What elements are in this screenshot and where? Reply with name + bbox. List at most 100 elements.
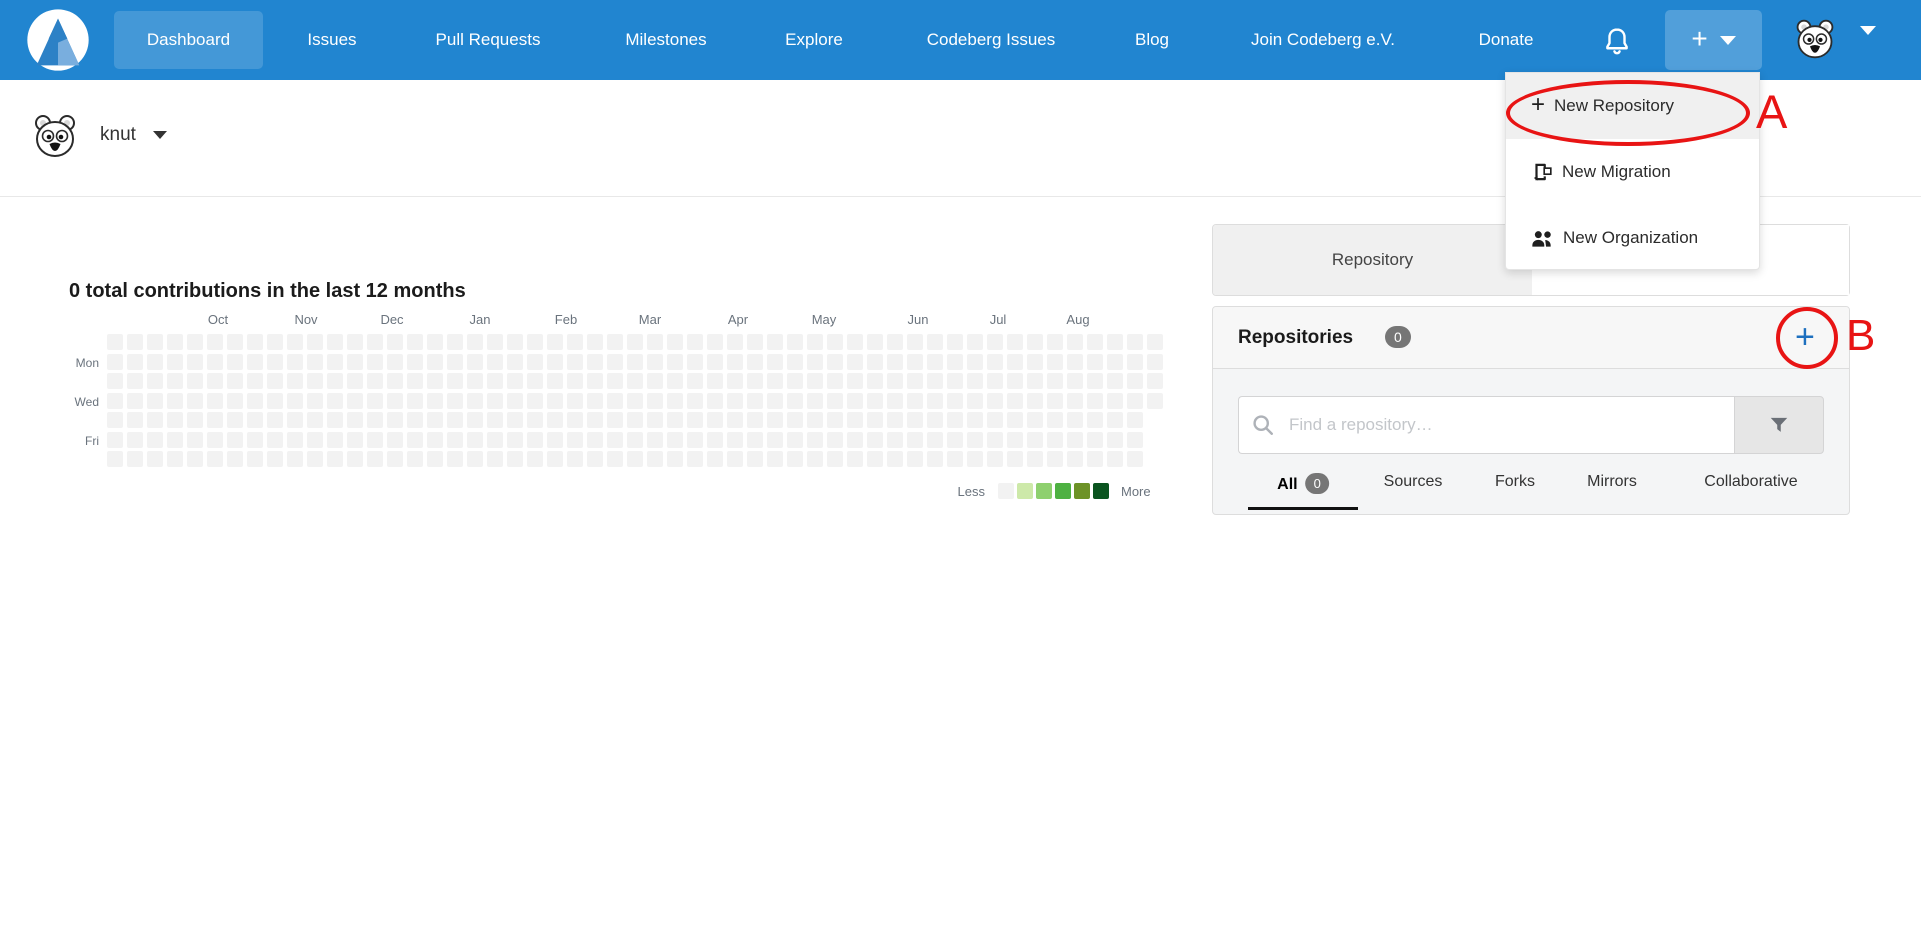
contribution-cell: [167, 373, 183, 389]
contribution-cell: [427, 334, 443, 350]
contribution-cell: [847, 354, 863, 370]
nav-item-dashboard[interactable]: Dashboard: [114, 11, 263, 69]
contribution-cell: [867, 373, 883, 389]
month-label: Oct: [208, 312, 228, 327]
contribution-cell: [247, 334, 263, 350]
user-avatar-navbar[interactable]: [1793, 17, 1837, 61]
contribution-cell: [847, 412, 863, 428]
migration-icon: [1531, 161, 1553, 183]
codeberg-logo[interactable]: [26, 8, 90, 72]
contribution-cell: [167, 412, 183, 428]
month-labels: OctNovDecJanFebMarAprMayJunJulAug: [0, 312, 1200, 330]
user-avatar-page[interactable]: [31, 112, 79, 160]
nav-item-codeberg-issues[interactable]: Codeberg Issues: [927, 0, 1056, 80]
contribution-cell: [347, 393, 363, 409]
contribution-cell: [1027, 393, 1043, 409]
contribution-cell: [1147, 334, 1163, 350]
user-context-chevron[interactable]: [153, 131, 167, 139]
contribution-cell: [987, 432, 1003, 448]
month-label: Dec: [380, 312, 403, 327]
nav-item-milestones[interactable]: Milestones: [625, 0, 706, 80]
nav-item-pull-requests[interactable]: Pull Requests: [436, 0, 541, 80]
contribution-cell: [727, 354, 743, 370]
nav-item-issues[interactable]: Issues: [307, 0, 356, 80]
contribution-cell: [827, 412, 843, 428]
repository-search-input[interactable]: [1238, 396, 1734, 454]
contribution-cell: [547, 432, 563, 448]
month-label: Jun: [908, 312, 929, 327]
contribution-cell: [467, 393, 483, 409]
repo-tab-forks[interactable]: Forks: [1495, 473, 1535, 491]
menu-item-new-repository[interactable]: + New Repository: [1506, 73, 1759, 139]
contribution-cell: [1087, 451, 1103, 467]
contribution-cell: [907, 412, 923, 428]
user-menu-chevron[interactable]: [1860, 35, 1876, 53]
menu-item-new-organization[interactable]: New Organization: [1506, 205, 1759, 271]
contribution-cell: [307, 354, 323, 370]
polar-bear-avatar-icon: [1793, 17, 1837, 61]
contribution-cell: [367, 373, 383, 389]
contribution-cell: [1007, 334, 1023, 350]
contribution-cell: [807, 334, 823, 350]
contribution-cell: [547, 451, 563, 467]
contribution-cell: [747, 432, 763, 448]
contribution-cell: [187, 393, 203, 409]
contribution-cell: [587, 412, 603, 428]
contribution-cell: [787, 432, 803, 448]
contribution-cell: [827, 432, 843, 448]
contribution-cell: [167, 451, 183, 467]
repo-tab-sources[interactable]: Sources: [1384, 473, 1443, 491]
contribution-cell: [467, 354, 483, 370]
contribution-cell: [267, 393, 283, 409]
contribution-cell: [907, 373, 923, 389]
contribution-cell: [827, 393, 843, 409]
nav-item-blog[interactable]: Blog: [1135, 0, 1169, 80]
contribution-cell: [787, 451, 803, 467]
repository-filter-button[interactable]: [1734, 396, 1824, 454]
month-label: Feb: [555, 312, 577, 327]
contribution-cell: [587, 451, 603, 467]
contribution-cell: [567, 334, 583, 350]
create-new-dropdown-button[interactable]: +: [1665, 10, 1762, 70]
contribution-cell: [707, 354, 723, 370]
contribution-cell: [707, 373, 723, 389]
contribution-cell: [227, 432, 243, 448]
notifications-bell-button[interactable]: [1600, 25, 1634, 59]
username-label[interactable]: knut: [100, 124, 136, 146]
active-tab-underline: [1248, 507, 1358, 510]
contribution-cell: [427, 432, 443, 448]
contribution-cell: [927, 373, 943, 389]
contribution-cell: [607, 393, 623, 409]
contribution-cell: [967, 451, 983, 467]
contribution-cell: [107, 334, 123, 350]
nav-item-join-codeberg[interactable]: Join Codeberg e.V.: [1251, 0, 1395, 80]
repo-tab-mirrors[interactable]: Mirrors: [1587, 473, 1637, 491]
menu-item-new-migration[interactable]: New Migration: [1506, 139, 1759, 205]
contribution-cell: [387, 354, 403, 370]
contribution-cell: [387, 393, 403, 409]
contribution-cell: [447, 334, 463, 350]
nav-item-explore[interactable]: Explore: [785, 0, 843, 80]
contribution-cell: [847, 432, 863, 448]
contribution-cell: [507, 451, 523, 467]
contribution-cell: [807, 373, 823, 389]
contribution-cell: [767, 412, 783, 428]
contribution-cell: [1107, 393, 1123, 409]
contribution-cell: [567, 393, 583, 409]
contribution-cell: [747, 373, 763, 389]
add-repository-button[interactable]: +: [1795, 320, 1815, 354]
contribution-cell: [547, 373, 563, 389]
repo-tab-collaborative[interactable]: Collaborative: [1704, 473, 1797, 491]
contribution-cell: [967, 412, 983, 428]
contribution-cell: [1007, 373, 1023, 389]
contribution-cell: [207, 451, 223, 467]
nav-item-donate[interactable]: Donate: [1479, 0, 1534, 80]
repo-tab-all[interactable]: All0: [1277, 473, 1329, 494]
contribution-cell: [487, 432, 503, 448]
tab-repository[interactable]: Repository: [1213, 225, 1532, 295]
contribution-cell: [1127, 451, 1143, 467]
contribution-cell: [347, 451, 363, 467]
contribution-cell: [187, 334, 203, 350]
contribution-cell: [647, 432, 663, 448]
contribution-cell: [247, 354, 263, 370]
